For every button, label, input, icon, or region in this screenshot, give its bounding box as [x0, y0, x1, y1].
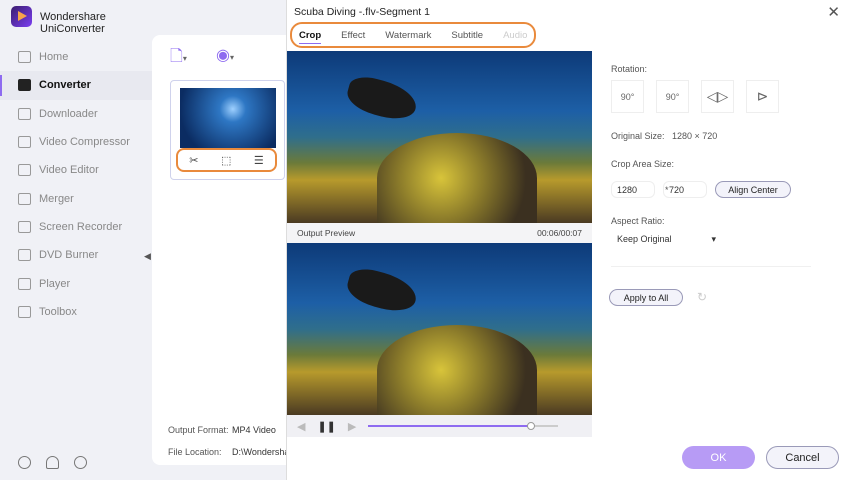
file-location-label: File Location: — [168, 447, 222, 457]
sidebar-item-screen-recorder[interactable]: Screen Recorder — [0, 213, 152, 241]
tab-subtitle[interactable]: Subtitle — [451, 30, 483, 41]
sidebar-nav: Home Converter Downloader Video Compressor V… — [0, 43, 152, 326]
output-preview-bar: Output Preview 00:06/00:07 — [287, 223, 592, 243]
edit-tabs: Crop Effect Watermark Subtitle Audio — [290, 22, 536, 48]
sidebar-item-converter[interactable]: Converter — [0, 71, 152, 100]
sidebar-item-label: Video Compressor — [39, 136, 130, 149]
crop-preview-video[interactable] — [287, 51, 592, 223]
chevron-down-icon: ▾ — [711, 234, 716, 244]
progress-handle[interactable] — [527, 422, 536, 430]
apply-to-all-button[interactable]: Apply to All — [609, 289, 683, 306]
rotate-clockwise-button[interactable]: 90° — [611, 80, 644, 113]
sidebar-item-label: Converter — [39, 79, 91, 92]
time-display: 00:06/00:07 — [537, 228, 582, 238]
flip-horizontal-button[interactable]: ◁▷ — [701, 80, 734, 113]
sidebar-item-label: Downloader — [39, 107, 98, 120]
sidebar-item-merger[interactable]: Merger — [0, 184, 152, 212]
playback-controls: ◀ ❚❚ ▶ — [287, 415, 592, 437]
tab-audio: Audio — [503, 29, 528, 41]
previous-frame-icon[interactable]: ◀ — [297, 420, 305, 433]
edit-tools: ✂ ⬚ ☰ — [176, 148, 277, 172]
edit-dialog: Scuba Diving -.flv-Segment 1 ✕ Crop Effe… — [286, 0, 850, 480]
original-size-label: Original Size: — [611, 131, 665, 141]
merge-icon — [18, 192, 31, 205]
scissors-icon — [18, 164, 31, 177]
cancel-button[interactable]: Cancel — [766, 446, 839, 469]
sidebar-item-toolbox[interactable]: Toolbox — [0, 298, 152, 326]
sidebar-item-label: DVD Burner — [39, 249, 99, 262]
trim-scissors-icon[interactable]: ✂ — [189, 154, 198, 167]
app-title: Wondershare UniConverter — [40, 11, 106, 35]
flip-horizontal-icon: ◁▷ — [706, 88, 729, 104]
sidebar-item-label: Toolbox — [39, 305, 77, 318]
rotate-ccw-icon: 90° — [665, 91, 680, 102]
play-icon — [18, 277, 31, 290]
grid-icon — [18, 305, 31, 318]
collapse-sidebar-icon[interactable]: ◀ — [144, 251, 151, 262]
sidebar-item-label: Home — [39, 51, 69, 64]
sidebar-item-label: Video Editor — [39, 164, 99, 177]
app-logo — [11, 6, 32, 27]
output-preview-video — [287, 243, 592, 415]
feedback-icon[interactable] — [74, 456, 87, 469]
sidebar-item-video-compressor[interactable]: Video Compressor — [0, 128, 152, 156]
tab-watermark[interactable]: Watermark — [385, 30, 431, 41]
output-format-label: Output Format: — [168, 425, 229, 435]
close-icon[interactable]: ✕ — [827, 3, 840, 21]
tab-effect[interactable]: Effect — [341, 30, 365, 41]
rotate-counterclockwise-button[interactable]: 90° — [656, 80, 689, 113]
output-preview-label: Output Preview — [297, 228, 356, 238]
align-center-button[interactable]: Align Center — [715, 181, 791, 198]
aspect-ratio-select[interactable]: Keep Original ▾ — [611, 232, 722, 247]
help-icon[interactable] — [18, 456, 31, 469]
flip-vertical-icon: ⊳ — [756, 88, 769, 104]
dialog-title: Scuba Diving -.flv-Segment 1 — [294, 6, 430, 18]
rotation-label: Rotation: — [611, 64, 648, 74]
download-icon — [18, 107, 31, 120]
flip-vertical-button[interactable]: ⊳ — [746, 80, 779, 113]
video-card[interactable]: ✂ ⬚ ☰ — [170, 80, 285, 180]
file-location-field[interactable]: D:\Wondersha — [232, 447, 289, 457]
notification-bell-icon[interactable] — [46, 456, 59, 469]
converter-panel: 🗋▾ ◉▾ ✂ ⬚ ☰ Output Format: MP4 Video Fil… — [152, 35, 292, 465]
record-icon — [18, 220, 31, 233]
original-size-value: 1280 × 720 — [672, 131, 718, 141]
home-icon — [18, 51, 31, 64]
dvd-icon — [18, 249, 31, 262]
crop-height-input[interactable]: 720 — [663, 181, 707, 198]
aspect-ratio-value: Keep Original — [617, 234, 672, 244]
ok-button[interactable]: OK — [682, 446, 755, 469]
divider — [611, 266, 811, 267]
pause-icon[interactable]: ❚❚ — [317, 420, 335, 433]
output-format-select[interactable]: MP4 Video — [232, 425, 276, 435]
progress-slider[interactable] — [368, 422, 558, 430]
add-file-button[interactable]: 🗋▾ — [170, 45, 187, 72]
sidebar-item-downloader[interactable]: Downloader — [0, 100, 152, 128]
next-frame-icon[interactable]: ▶ — [348, 420, 356, 433]
sidebar-item-home[interactable]: Home — [0, 43, 152, 71]
effects-menu-icon[interactable]: ☰ — [254, 154, 264, 167]
sidebar-item-label: Merger — [39, 192, 74, 205]
sidebar-item-label: Player — [39, 277, 71, 290]
rotate-cw-icon: 90° — [620, 91, 635, 102]
crop-icon[interactable]: ⬚ — [221, 154, 231, 167]
video-thumbnail — [180, 88, 276, 148]
crop-area-label: Crop Area Size: — [611, 159, 675, 169]
compress-icon — [18, 136, 31, 149]
sidebar-item-label: Screen Recorder — [39, 220, 123, 233]
reset-icon[interactable]: ↻ — [697, 290, 707, 304]
sidebar: Wondershare UniConverter Home Converter Do… — [0, 0, 152, 480]
sidebar-item-video-editor[interactable]: Video Editor — [0, 156, 152, 184]
add-from-device-button[interactable]: ◉▾ — [216, 45, 234, 65]
tab-crop[interactable]: Crop — [299, 30, 322, 44]
aspect-ratio-label: Aspect Ratio: — [611, 216, 665, 226]
crop-width-input[interactable]: 1280 — [611, 181, 655, 198]
sidebar-item-dvd-burner[interactable]: DVD Burner — [0, 241, 152, 269]
converter-icon — [18, 79, 31, 92]
sidebar-item-player[interactable]: Player — [0, 269, 152, 297]
